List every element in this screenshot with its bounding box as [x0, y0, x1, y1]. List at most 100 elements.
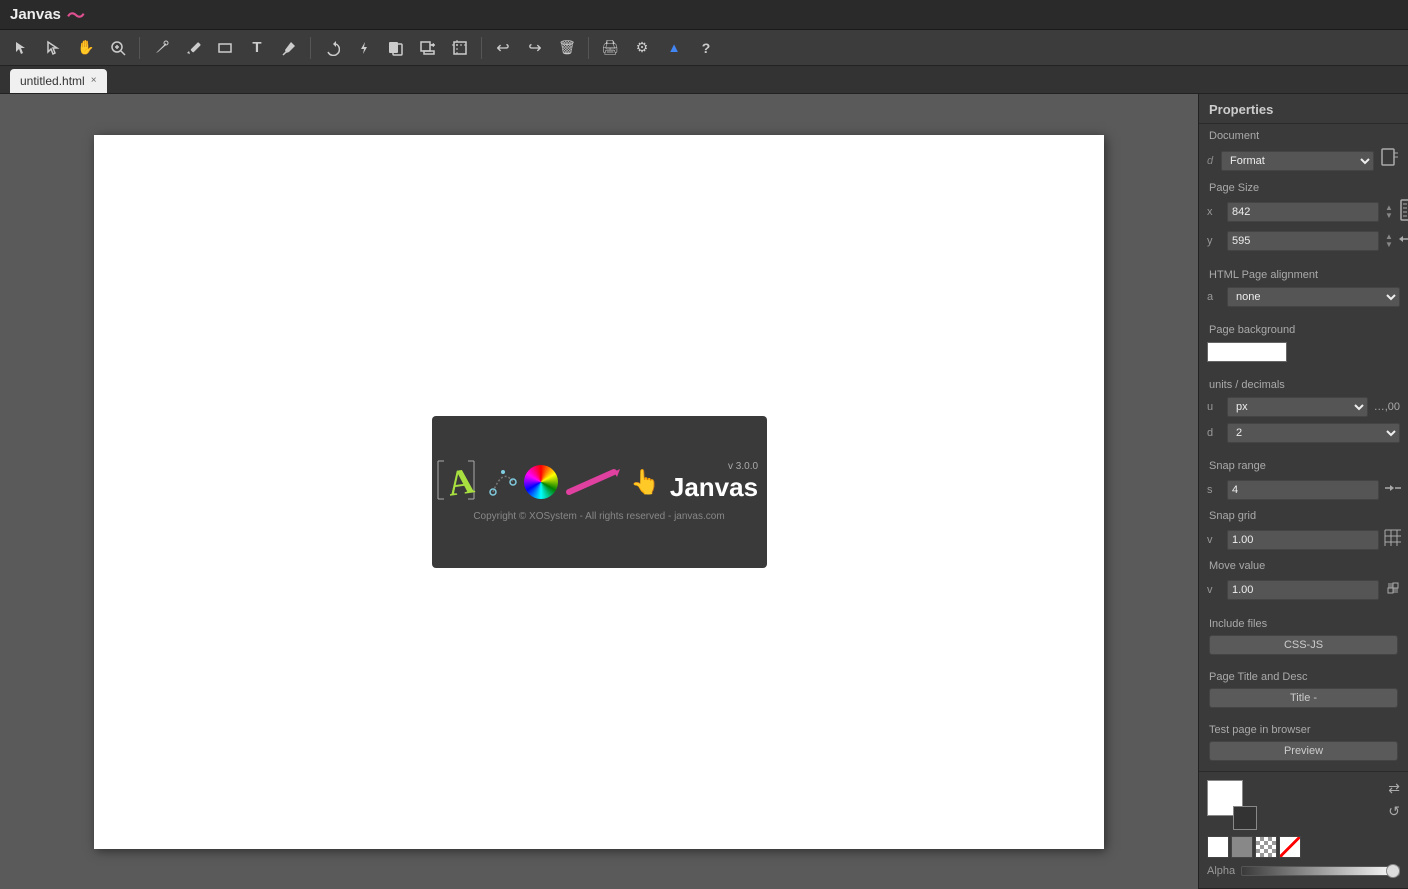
page-size-arrow-icon	[1399, 228, 1408, 253]
snap-range-row: s	[1199, 475, 1408, 504]
page-size-y-row: y ▲ ▼	[1199, 226, 1408, 255]
select-tool[interactable]	[8, 34, 36, 62]
page-size-label: Page Size	[1199, 176, 1408, 197]
zoom-tool[interactable]	[104, 34, 132, 62]
tab-close-btn[interactable]: ×	[91, 76, 97, 86]
page-y-down-arrow[interactable]: ▼	[1383, 241, 1395, 249]
snap-range-label: Snap range	[1199, 454, 1408, 475]
move-value-row: v	[1199, 575, 1408, 604]
settings-btn[interactable]: ⚙	[628, 34, 656, 62]
hand-tool[interactable]: ✋	[72, 34, 100, 62]
alpha-track	[1241, 866, 1400, 876]
test-page-label: Test page in browser	[1199, 718, 1408, 739]
units-row: u px …,00	[1199, 394, 1408, 420]
document-section-header: Document	[1199, 124, 1408, 145]
page-canvas: A	[94, 135, 1104, 849]
snap-range-input[interactable]	[1227, 480, 1379, 500]
swatch-gray[interactable]	[1231, 836, 1253, 858]
rotate-tool[interactable]	[318, 34, 346, 62]
swatch-checker[interactable]	[1255, 836, 1277, 858]
units-decimals-label: units / decimals	[1199, 373, 1408, 394]
direct-select-tool[interactable]	[40, 34, 68, 62]
decimals-label-d: d	[1207, 427, 1223, 439]
alignment-label-a: a	[1207, 291, 1223, 303]
preview-btn[interactable]: Preview	[1209, 741, 1398, 761]
page-x-scroll-arrows: ▲ ▼	[1383, 204, 1395, 220]
logo-wave-icon: 〜	[67, 2, 85, 28]
swatch-white[interactable]	[1207, 836, 1229, 858]
include-files-btn[interactable]: CSS-JS	[1209, 635, 1398, 655]
drive-btn[interactable]: ▲	[660, 34, 688, 62]
eyedropper-tool[interactable]	[275, 34, 303, 62]
move-value-label: Move value	[1199, 554, 1408, 575]
splash-letter-a: A	[445, 459, 477, 504]
tab-bar: untitled.html ×	[0, 66, 1408, 94]
delete-btn[interactable]: 🗑	[553, 34, 581, 62]
toolbar: ✋ T ↩ ↪ 🗑 🖨 ⚙ ▲ ?	[0, 30, 1408, 66]
layers-tool[interactable]	[382, 34, 410, 62]
splash-path-icon	[488, 467, 518, 497]
page-size-x-label: x	[1207, 206, 1223, 218]
units-label-u: u	[1207, 401, 1223, 413]
decimals-select[interactable]: 2	[1227, 423, 1400, 443]
main-content: A	[0, 94, 1408, 889]
units-ruler-icon: …,00	[1374, 401, 1400, 413]
pencil-tool[interactable]	[179, 34, 207, 62]
toolbar-separator-2	[310, 37, 311, 59]
titlebar: Janvas 〜	[0, 0, 1408, 30]
color-swap-icons: ⇄ ↺	[1388, 780, 1400, 820]
redo-btn[interactable]: ↪	[521, 34, 549, 62]
html-alignment-select[interactable]: none	[1227, 287, 1400, 307]
toolbar-separator-1	[139, 37, 140, 59]
right-panel: Properties Document d Format Page Size x…	[1198, 94, 1408, 889]
splash-color-wheel	[524, 465, 558, 499]
alpha-slider-area	[1241, 864, 1400, 878]
page-background-color[interactable]	[1207, 342, 1287, 362]
flash-tool[interactable]	[350, 34, 378, 62]
color-swatches-row	[1207, 832, 1400, 862]
snap-grid-input[interactable]	[1227, 530, 1379, 550]
page-title-desc-label: Page Title and Desc	[1199, 665, 1408, 686]
page-title-btn[interactable]: Title -	[1209, 688, 1398, 708]
print-btn[interactable]: 🖨	[596, 34, 624, 62]
snap-grid-row: v	[1199, 525, 1408, 554]
color-boxes-area: ⇄ ↺	[1207, 780, 1400, 824]
canvas-area[interactable]: A	[0, 94, 1198, 889]
swatch-red-diagonal[interactable]	[1279, 836, 1301, 858]
rect-tool[interactable]	[211, 34, 239, 62]
pen-tool[interactable]	[147, 34, 175, 62]
snap-range-label-s: s	[1207, 484, 1223, 496]
units-select[interactable]: px	[1227, 397, 1368, 417]
page-x-down-arrow[interactable]: ▼	[1383, 212, 1395, 220]
import-tool[interactable]	[414, 34, 442, 62]
page-size-y-input[interactable]	[1227, 231, 1379, 251]
toolbar-separator-4	[588, 37, 589, 59]
snap-grid-label: Snap grid	[1199, 504, 1408, 525]
swap-colors-icon[interactable]: ⇄	[1388, 780, 1400, 797]
move-value-input[interactable]	[1227, 580, 1379, 600]
color-section: ⇄ ↺ Alpha	[1199, 771, 1408, 888]
snap-grid-label-v: v	[1207, 534, 1223, 546]
page-size-x-input[interactable]	[1227, 202, 1379, 222]
help-btn[interactable]: ?	[692, 34, 720, 62]
splash-cursor-icon: 👆	[630, 468, 660, 497]
reset-colors-icon[interactable]: ↺	[1388, 803, 1400, 820]
text-tool[interactable]: T	[243, 34, 271, 62]
presets-label-d: d	[1207, 155, 1217, 167]
color-boxes-wrapper	[1207, 780, 1251, 824]
tab-filename: untitled.html	[20, 74, 85, 88]
page-y-scroll-arrows: ▲ ▼	[1383, 233, 1395, 249]
ruler-icon	[1399, 199, 1408, 224]
move-value-label-v: v	[1207, 584, 1223, 596]
background-color-box[interactable]	[1233, 806, 1257, 830]
page-presets-select[interactable]: Format	[1221, 151, 1374, 171]
undo-btn[interactable]: ↩	[489, 34, 517, 62]
alpha-knob[interactable]	[1386, 864, 1400, 878]
app-logo: Janvas 〜	[10, 2, 85, 28]
decimals-row: d 2	[1199, 420, 1408, 446]
page-background-row	[1199, 339, 1408, 365]
crop-tool[interactable]	[446, 34, 474, 62]
app-name: Janvas	[10, 6, 61, 23]
html-alignment-label: HTML Page alignment	[1199, 263, 1408, 284]
tab-untitled[interactable]: untitled.html ×	[10, 69, 107, 93]
